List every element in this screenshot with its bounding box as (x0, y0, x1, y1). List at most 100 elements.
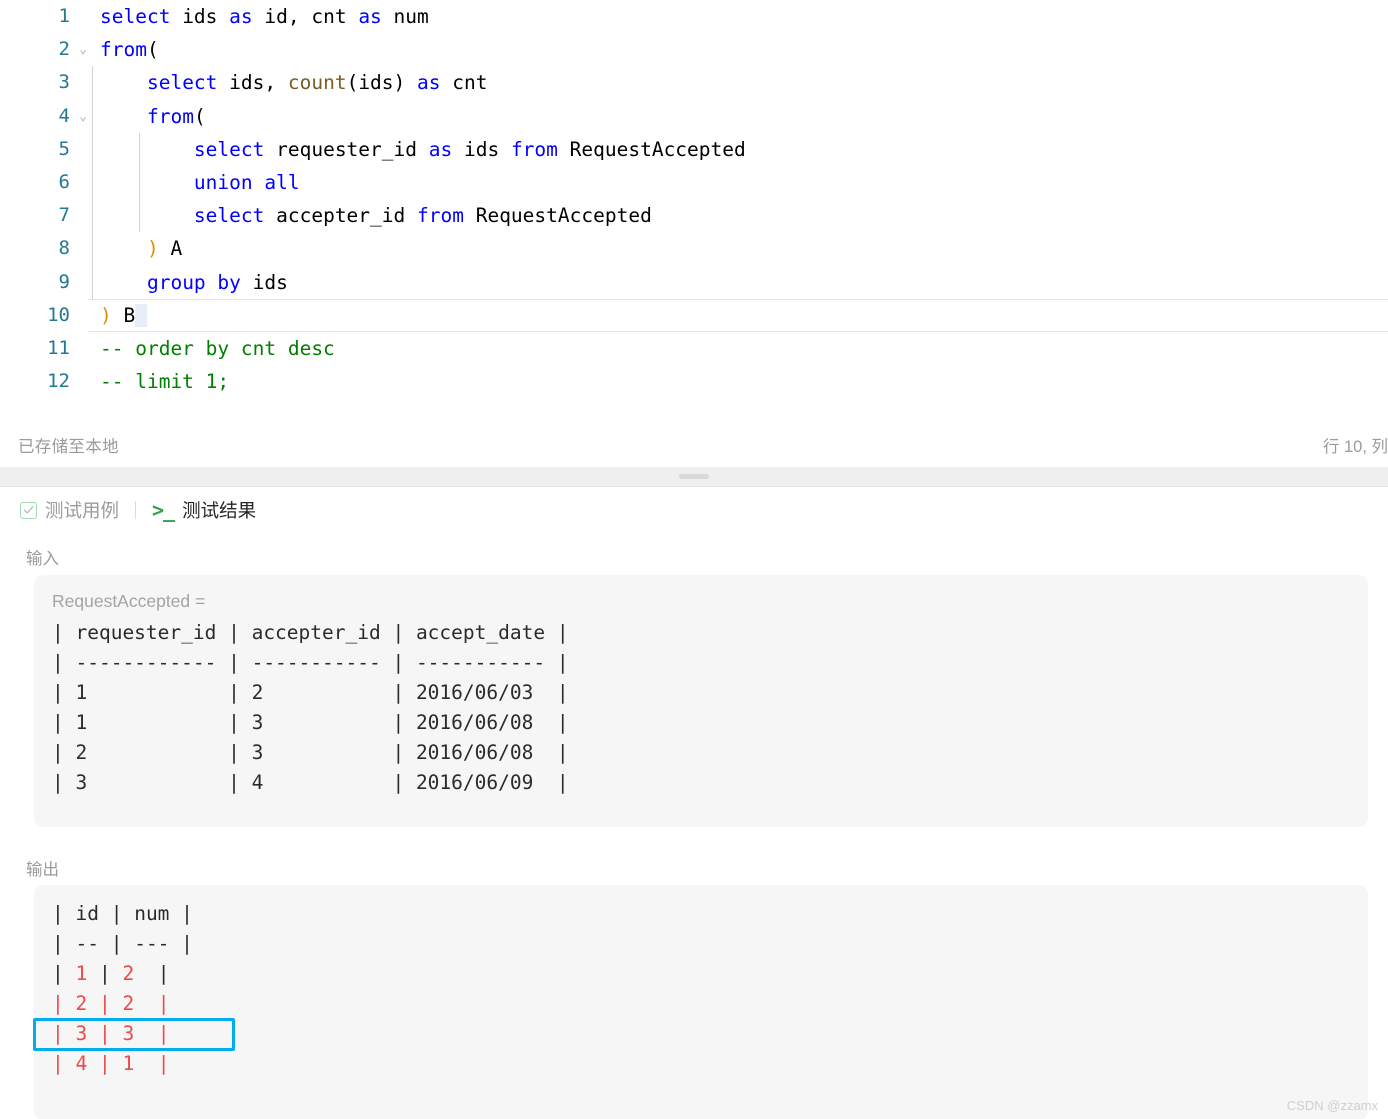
code-line[interactable]: 7 select accepter_id from RequestAccepte… (0, 199, 1388, 233)
input-table-title: RequestAccepted = (52, 591, 206, 611)
line-number: 11 (47, 336, 70, 359)
output-cell: 2 (75, 992, 99, 1015)
cursor-position-text: 行 10, 列 (1322, 438, 1388, 456)
code-token: ) (146, 237, 159, 261)
line-number: 7 (58, 204, 70, 227)
code-token: A (158, 237, 183, 261)
indent-guide (92, 199, 93, 233)
code-line-text: ) A (90, 232, 1388, 266)
output-cell: | (157, 1052, 170, 1075)
output-cell: 2 (122, 992, 158, 1015)
code-token: from (510, 137, 558, 161)
code-token: from (417, 204, 464, 228)
input-table-row: | requester_id | accepter_id | accept_da… (52, 621, 569, 644)
code-line[interactable]: 1 select ids as id, cnt as num (0, 0, 1388, 33)
code-token: RequestAccepted (463, 204, 652, 228)
output-cell: num (134, 902, 170, 925)
panel-splitter[interactable] (0, 467, 1388, 486)
code-token: as (417, 71, 441, 95)
terminal-icon: >_ (152, 498, 175, 522)
code-line[interactable]: 11 -- order by cnt desc (0, 332, 1388, 365)
tab-test-cases[interactable]: 测试用例 (20, 497, 119, 523)
code-line[interactable]: 6 union all (0, 165, 1388, 200)
code-line[interactable]: 5 select requester_id as ids from Reques… (0, 132, 1388, 166)
code-line[interactable]: 4 ⌄ from( (0, 99, 1388, 133)
gutter-spacer (76, 133, 90, 166)
code-token: from (100, 38, 147, 62)
output-cell: --- (134, 932, 170, 955)
gutter-spacer (76, 66, 90, 99)
app-root: 1 select ids as id, cnt as num 2 ⌄ from(3 se… (0, 0, 1388, 1119)
code-token: ( (146, 38, 159, 62)
code-token: ids (170, 5, 230, 28)
output-cell: id (75, 902, 99, 925)
output-cell: | (52, 902, 76, 925)
input-table-row: | ------------ | ----------- | ---------… (52, 651, 569, 674)
indent-guide (92, 165, 93, 200)
code-token: ids (240, 270, 288, 294)
code-line-text: from( (90, 99, 1388, 133)
code-line[interactable]: 8 ) A (0, 232, 1388, 266)
code-line[interactable]: 10) B (0, 298, 1388, 333)
code-line[interactable]: 3 select ids, count(ids) as cnt (0, 66, 1388, 100)
output-cell: | (98, 962, 123, 985)
output-cell: | (98, 902, 135, 925)
output-cell: | (157, 1022, 170, 1045)
input-table-row: | 1 | 2 | 2016/06/03 | (52, 681, 569, 704)
output-cell: | (52, 1022, 76, 1045)
result-panel: 测试用例 >_ 测试结果 输入 RequestAccepted = | requ… (0, 486, 1388, 1119)
code-token: accepter_id (264, 204, 417, 228)
input-table-rows: | requester_id | accepter_id | accept_da… (34, 618, 1368, 798)
input-panel: RequestAccepted = | requester_id | accep… (34, 575, 1368, 827)
output-cell: | (98, 1022, 123, 1045)
output-cell: | (52, 962, 76, 985)
code-line[interactable]: 2 ⌄ from( (0, 33, 1388, 66)
output-cell: 1 (122, 1052, 158, 1075)
line-number: 1 (58, 5, 70, 27)
code-token: count (287, 71, 347, 95)
code-line-text: union all (90, 165, 1388, 200)
code-line-text: ) B (90, 299, 1388, 332)
input-table-row: | 2 | 3 | 2016/06/08 | (52, 741, 569, 764)
output-table-row: | 4 | 1 | (34, 1049, 1368, 1079)
code-token: id, cnt (252, 5, 359, 28)
output-cell: | (52, 1052, 76, 1075)
output-cell: | (52, 992, 76, 1015)
code-token: -- limit 1; (100, 370, 230, 394)
line-number: 5 (58, 137, 70, 160)
tab-test-results-label: 测试结果 (182, 500, 257, 521)
fold-chevron-down-icon[interactable]: ⌄ (76, 33, 90, 66)
code-line-text: from( (90, 33, 1388, 66)
watermark-text: CSDN @zzamx (1286, 1098, 1378, 1113)
code-token: cnt (440, 71, 488, 95)
code-line-text: -- limit 1; (90, 365, 1388, 398)
fold-chevron-down-icon[interactable]: ⌄ (76, 100, 90, 133)
output-table-row: | 1 | 2 | (34, 959, 1368, 989)
result-tabs: 测试用例 >_ 测试结果 (0, 487, 1388, 533)
line-number: 2 ⌄ (0, 33, 87, 66)
output-table-row: | 2 | 2 | (34, 989, 1368, 1019)
gutter-spacer (76, 266, 90, 299)
code-token: group by (146, 270, 241, 294)
code-editor[interactable]: 1 select ids as id, cnt as num 2 ⌄ from(3 se… (0, 0, 1388, 417)
code-token: num (381, 5, 429, 28)
output-cell: 2 (122, 962, 158, 985)
output-panel: | id | num | | -- | --- | | 1 | 2 | | 2 | 2… (34, 885, 1368, 1119)
gutter-spacer (76, 166, 90, 199)
splitter-handle[interactable] (679, 474, 709, 479)
code-line-text: -- order by cnt desc (90, 332, 1388, 365)
code-line-text: select ids, count(ids) as cnt (90, 66, 1388, 100)
code-token: select (193, 137, 265, 161)
output-cell: | (98, 992, 123, 1015)
code-line[interactable]: 12 -- limit 1; (0, 365, 1388, 398)
input-table-row: | 1 | 3 | 2016/06/08 | (52, 711, 569, 734)
line-number: 4 ⌄ (0, 100, 87, 133)
output-cell: | (169, 932, 193, 955)
tab-test-results[interactable]: >_ 测试结果 (152, 497, 256, 523)
code-token: ids, (217, 71, 288, 95)
code-line[interactable]: 9 group by ids (0, 265, 1388, 299)
